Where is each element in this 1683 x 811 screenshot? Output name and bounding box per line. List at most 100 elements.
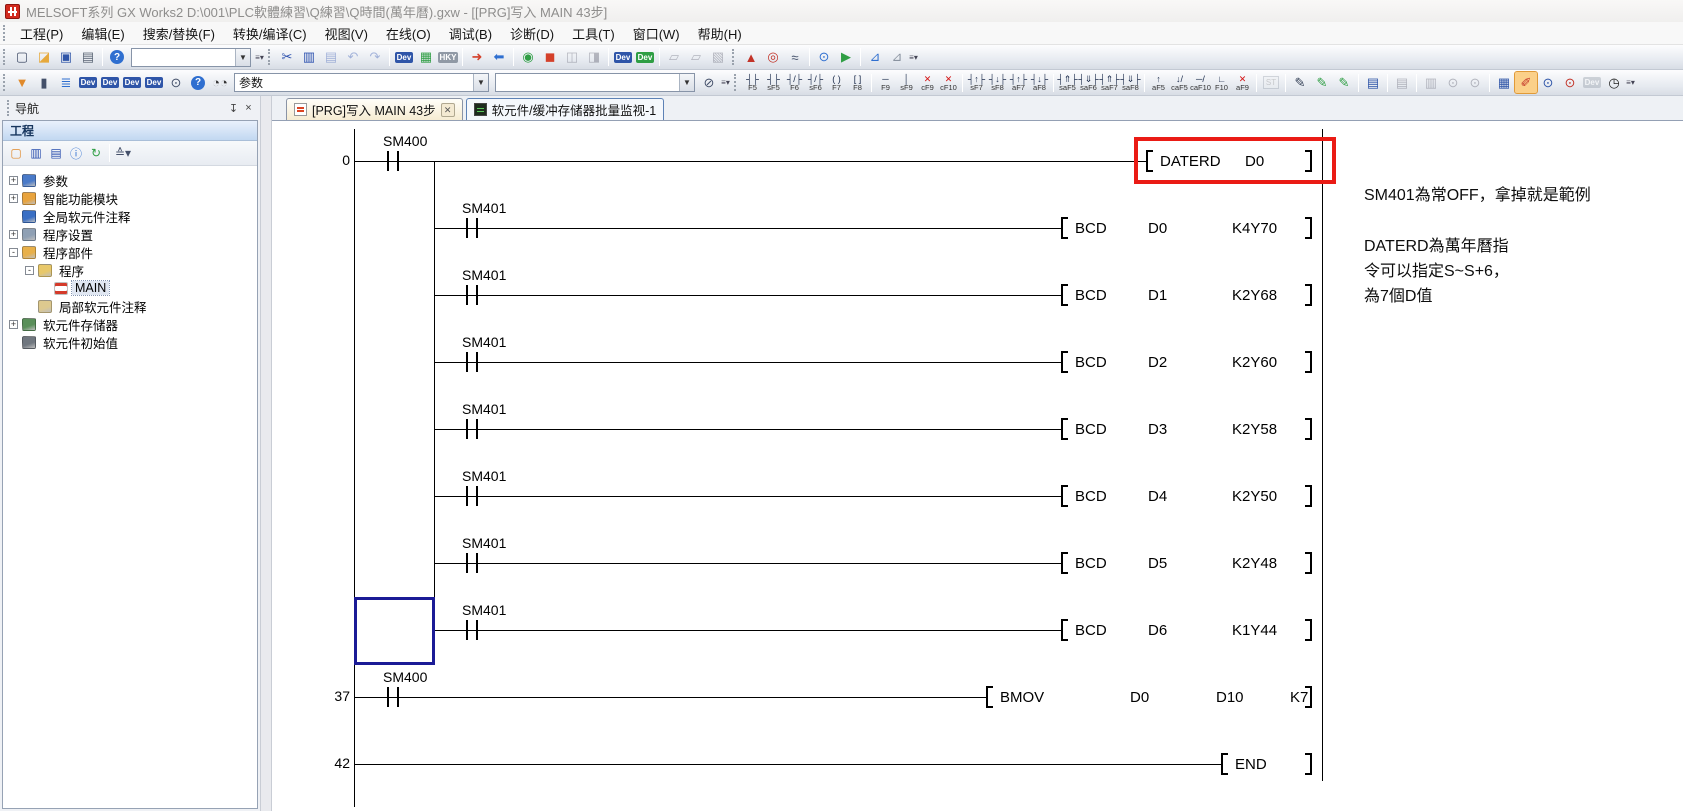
program-select-combo[interactable]: 参数▼ xyxy=(234,73,489,92)
tree-item-0[interactable]: +参数 xyxy=(5,171,257,189)
ladder-symbol-sf6-button[interactable]: ┤/├sF6 xyxy=(805,71,826,95)
ladder-symbol-sf9-button[interactable]: │sF9 xyxy=(896,71,917,95)
edit-mode-button[interactable]: ✐ xyxy=(1515,72,1537,93)
instruction-arg[interactable]: D1 xyxy=(1148,287,1167,304)
contact-symbol[interactable] xyxy=(387,151,389,171)
sort-menu-button[interactable]: ≙▾ xyxy=(113,144,133,163)
instruction-arg[interactable]: K2Y60 xyxy=(1232,354,1277,371)
chevron-down-icon[interactable]: ▼ xyxy=(235,49,250,66)
toolbar-overflow-icon[interactable]: ≡▾ xyxy=(254,47,265,67)
panel-splitter[interactable] xyxy=(260,96,272,811)
tab-device-monitor[interactable]: 软元件/缓冲存储器批量监视-1 xyxy=(466,98,665,120)
instruction-arg[interactable]: K7 xyxy=(1290,689,1308,706)
device-comment-button[interactable]: Dev xyxy=(77,72,99,93)
toolbar-overflow-icon[interactable]: ≡▾ xyxy=(720,73,731,93)
property-info-button[interactable]: ⓘ xyxy=(66,144,86,163)
save-project-button[interactable]: ▣ xyxy=(55,47,77,68)
instruction-op[interactable]: BCD xyxy=(1075,354,1107,371)
instruction-arg[interactable]: D4 xyxy=(1148,488,1167,505)
ladder-symbol-saf6-button[interactable]: ┤⇓├saF6 xyxy=(1078,71,1099,95)
menu-item-6[interactable]: 调试(B) xyxy=(440,22,501,45)
ladder-symbol-f9-button[interactable]: ─F9 xyxy=(875,71,896,95)
instruction-arg[interactable]: K2Y48 xyxy=(1232,555,1277,572)
instruction-arg[interactable]: D5 xyxy=(1148,555,1167,572)
device-comment-edit-2-button[interactable]: ✎ xyxy=(1333,72,1355,93)
toolbar-overflow-icon[interactable]: ≡▾ xyxy=(1625,73,1636,93)
contact-symbol[interactable] xyxy=(466,486,468,506)
monitor-stop-button[interactable]: ◼ xyxy=(539,47,561,68)
quick-find-combo[interactable]: ▼ xyxy=(131,48,251,67)
device-search-menu-button[interactable]: ⊙ xyxy=(165,72,187,93)
find-binoculars-button[interactable]: ◔◔ xyxy=(209,72,231,93)
instruction-arg[interactable]: K1Y44 xyxy=(1232,622,1277,639)
contact-symbol[interactable] xyxy=(466,218,468,238)
device-batch-button[interactable]: Dev xyxy=(121,72,143,93)
write-to-plc-button[interactable]: ➜ xyxy=(466,47,488,68)
tab-main-program[interactable]: [PRG]写入 MAIN 43步 ✕ xyxy=(286,98,463,120)
contact-symbol[interactable] xyxy=(476,218,478,238)
read-from-plc-button[interactable]: ⬅ xyxy=(488,47,510,68)
contact-symbol[interactable] xyxy=(476,620,478,640)
change-time-zoom-button[interactable]: ◷ xyxy=(1603,72,1625,93)
ladder-symbol-af8-button[interactable]: ┤↓├aF8 xyxy=(1029,71,1050,95)
read-mode-loupe-button[interactable]: ⊙ xyxy=(1537,72,1559,93)
menu-item-3[interactable]: 转换/编译(C) xyxy=(224,22,316,45)
chevron-down-icon[interactable]: ▼ xyxy=(473,74,488,91)
expand-plus-icon[interactable]: + xyxy=(9,194,18,203)
contact-symbol[interactable] xyxy=(476,419,478,439)
tree-item-1[interactable]: +智能功能模块 xyxy=(5,189,257,207)
ladder-symbol-caf5-button[interactable]: ↓/caF5 xyxy=(1169,71,1190,95)
tree-item-6[interactable]: MAIN xyxy=(5,279,257,297)
screen-jump-button[interactable]: ▶ xyxy=(835,47,857,68)
ladder-symbol-cf10-button[interactable]: ✕cF10 xyxy=(938,71,959,95)
copy-button[interactable]: ▥ xyxy=(298,47,320,68)
menu-item-10[interactable]: 帮助(H) xyxy=(689,22,751,45)
non-display-mode-button[interactable]: ▦ xyxy=(1493,72,1515,93)
statement-edit-button[interactable]: ▤ xyxy=(1362,72,1384,93)
ladder-symbol-af5-button[interactable]: ↑aF5 xyxy=(1148,71,1169,95)
new-project-button[interactable]: ▢ xyxy=(11,47,33,68)
contact-symbol[interactable] xyxy=(466,285,468,305)
ladder-symbol-sf8-button[interactable]: ┤↓├sF8 xyxy=(987,71,1008,95)
toolbar-overflow-icon[interactable]: ≡▾ xyxy=(908,47,919,67)
find-loupe-button[interactable]: ⊙ xyxy=(813,47,835,68)
program-check-2-button[interactable]: ⊿ xyxy=(886,47,908,68)
sampling-trace-button[interactable]: ≈ xyxy=(784,47,806,68)
tree-item-2[interactable]: 全局软元件注释 xyxy=(5,207,257,225)
contact-symbol[interactable] xyxy=(476,285,478,305)
device-display-button[interactable]: Dev xyxy=(612,47,634,68)
instruction-arg[interactable]: D0 xyxy=(1148,220,1167,237)
contact-symbol[interactable] xyxy=(466,553,468,573)
ladder-symbol-saf5-button[interactable]: ┤⇑├saF5 xyxy=(1057,71,1078,95)
instruction-op[interactable]: BCD xyxy=(1075,421,1107,438)
contact-symbol[interactable] xyxy=(476,352,478,372)
instruction-arg[interactable]: K2Y50 xyxy=(1232,488,1277,505)
menu-item-4[interactable]: 视图(V) xyxy=(316,22,377,45)
device-register-button[interactable]: Dev xyxy=(634,47,656,68)
tree-item-3[interactable]: +程序设置 xyxy=(5,225,257,243)
ladder-canvas[interactable]: 0SM400DATERDD0SM401BCDD0K4Y70SM401BCDD1K… xyxy=(272,121,1683,811)
copy-item-button[interactable]: ▥ xyxy=(26,144,46,163)
contact-symbol[interactable] xyxy=(466,352,468,372)
instruction-arg[interactable]: D0 xyxy=(1130,689,1149,706)
program-screen-button[interactable]: ▦ xyxy=(415,47,437,68)
ladder-symbol-saf7-button[interactable]: ┤⇑├saF7 xyxy=(1099,71,1120,95)
close-icon[interactable]: × xyxy=(241,101,256,116)
chevron-down-icon[interactable]: ▼ xyxy=(679,74,694,91)
expand-plus-icon[interactable]: + xyxy=(9,320,18,329)
contact-symbol[interactable] xyxy=(466,419,468,439)
instruction-arg[interactable]: K2Y68 xyxy=(1232,287,1277,304)
ladder-check-a-button[interactable]: ▲ xyxy=(740,47,762,68)
project-view-toggle-button[interactable]: ▼ xyxy=(11,72,33,93)
tree-item-7[interactable]: 局部软元件注释 xyxy=(5,297,257,315)
ladder-symbol-f7-button[interactable]: ( )F7 xyxy=(826,71,847,95)
instruction-arg[interactable]: K4Y70 xyxy=(1232,220,1277,237)
contact-symbol[interactable] xyxy=(397,151,399,171)
refresh-button[interactable]: ↻ xyxy=(86,144,106,163)
tree-item-4[interactable]: -程序部件 xyxy=(5,243,257,261)
instruction-op[interactable]: BCD xyxy=(1075,220,1107,237)
instruction-arg[interactable]: D3 xyxy=(1148,421,1167,438)
pin-icon[interactable]: ↧ xyxy=(226,101,241,116)
page-find-button[interactable]: ⊘ xyxy=(698,72,720,93)
ladder-symbol-caf10-button[interactable]: ─/caF10 xyxy=(1190,71,1211,95)
